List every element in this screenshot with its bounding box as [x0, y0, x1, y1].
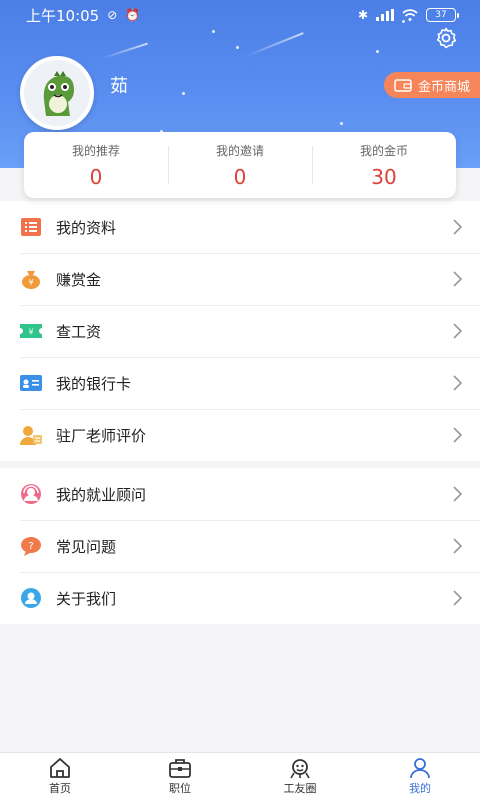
menu-item-earn-bounty[interactable]: ¥ 赚赏金: [0, 253, 480, 305]
dinosaur-avatar-icon: [24, 60, 90, 126]
star-decoration: [212, 30, 215, 33]
tab-label: 工友圈: [283, 782, 317, 795]
avatar[interactable]: [20, 56, 94, 130]
tab-jobs[interactable]: 职位: [120, 753, 240, 800]
chevron-right-icon: [453, 375, 462, 391]
menu-label: 查工资: [56, 322, 102, 341]
stat-coins[interactable]: 我的金币 30: [312, 132, 456, 198]
menu-label: 我的就业顾问: [56, 485, 147, 504]
menu-group-account: 我的资料 ¥ 赚赏金 ¥ 查工资 我的银行卡 驻厂老师评价: [0, 201, 480, 461]
svg-text:?: ?: [28, 541, 33, 552]
menu-label: 我的资料: [56, 218, 117, 237]
chevron-right-icon: [453, 323, 462, 339]
svg-text:¥: ¥: [28, 328, 33, 337]
menu-group-support: 我的就业顾问 ? 常见问题 关于我们: [0, 468, 480, 624]
chevron-right-icon: [453, 427, 462, 443]
wifi-icon: [402, 9, 418, 21]
profile-list-icon: [20, 216, 42, 238]
star-decoration: [340, 122, 343, 125]
chevron-right-icon: [453, 590, 462, 606]
chevron-right-icon: [453, 271, 462, 287]
tab-mine[interactable]: 我的: [360, 753, 480, 800]
tab-home[interactable]: 首页: [0, 753, 120, 800]
menu-label: 我的银行卡: [56, 374, 132, 393]
advisor-icon: [20, 483, 42, 505]
menu-item-about-us[interactable]: 关于我们: [0, 572, 480, 624]
star-decoration: [376, 50, 379, 53]
tab-label: 首页: [49, 782, 71, 795]
menu-item-teacher-rating[interactable]: 驻厂老师评价: [0, 409, 480, 461]
bank-card-icon: [20, 372, 42, 394]
community-icon: [290, 759, 310, 779]
battery-icon: 37: [426, 8, 459, 22]
briefcase-icon: [169, 759, 191, 778]
svg-text:¥: ¥: [28, 278, 33, 287]
menu-item-check-salary[interactable]: ¥ 查工资: [0, 305, 480, 357]
menu-item-faq[interactable]: ? 常见问题: [0, 520, 480, 572]
star-decoration: [236, 46, 239, 49]
menu-item-bank-card[interactable]: 我的银行卡: [0, 357, 480, 409]
faq-icon: ?: [20, 535, 42, 557]
stat-label: 我的推荐: [71, 143, 120, 158]
coin-mall-button[interactable]: 金币商城: [383, 72, 480, 98]
coin-mall-label: 金币商城: [417, 79, 470, 95]
home-icon: [50, 758, 70, 778]
chevron-right-icon: [453, 219, 462, 235]
about-icon: [20, 587, 42, 609]
meteor-decoration: [243, 32, 304, 58]
menu-label: 赚赏金: [56, 270, 102, 289]
stat-value: 0: [89, 164, 103, 189]
bottom-tab-bar: 首页 职位 工友圈 我的: [0, 752, 480, 800]
tab-community[interactable]: 工友圈: [240, 753, 360, 800]
money-bag-icon: ¥: [20, 268, 42, 290]
signal-icon: [376, 9, 394, 21]
chevron-right-icon: [453, 486, 462, 502]
alarm-icon: ⏰: [125, 8, 141, 22]
data-saver-icon: ⊘: [107, 8, 118, 22]
stat-recommendations[interactable]: 我的推荐 0: [24, 132, 168, 198]
salary-ticket-icon: ¥: [20, 320, 42, 342]
menu-label: 关于我们: [56, 589, 117, 608]
stat-label: 我的金币: [359, 143, 408, 158]
wallet-icon: [394, 79, 412, 92]
stats-card: 我的推荐 0 我的邀请 0 我的金币 30: [24, 132, 456, 198]
star-decoration: [182, 92, 185, 95]
menu-item-my-profile[interactable]: 我的资料: [0, 201, 480, 253]
stat-value: 30: [371, 164, 397, 189]
meteor-decoration: [99, 42, 148, 60]
chevron-right-icon: [453, 538, 462, 554]
stat-value: 0: [233, 164, 247, 189]
menu-label: 常见问题: [56, 537, 117, 556]
menu-item-career-advisor[interactable]: 我的就业顾问: [0, 468, 480, 520]
bluetooth-icon: ✱: [357, 8, 368, 22]
status-bar: 上午10:05 ⊘ ⏰ ✱ 37: [0, 0, 480, 30]
username: 茹: [110, 76, 128, 97]
tab-label: 职位: [169, 782, 191, 795]
tab-label: 我的: [409, 782, 431, 795]
user-icon: [410, 758, 430, 779]
stat-invitations[interactable]: 我的邀请 0: [168, 132, 312, 198]
menu-label: 驻厂老师评价: [56, 426, 147, 445]
teacher-rating-icon: [20, 424, 42, 446]
status-time: 上午10:05: [26, 6, 100, 25]
stat-label: 我的邀请: [215, 143, 264, 158]
settings-gear-icon[interactable]: [434, 26, 458, 50]
